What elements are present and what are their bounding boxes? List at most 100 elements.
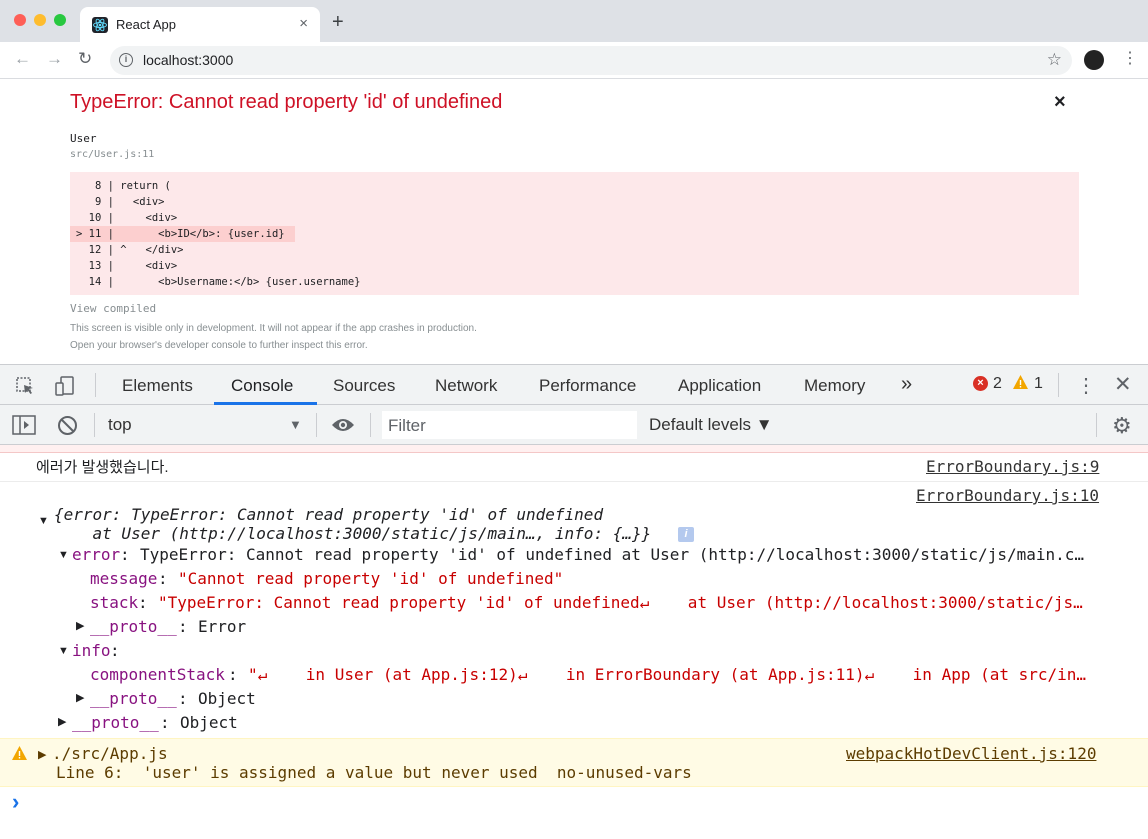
tab-elements[interactable]: Elements <box>122 376 193 396</box>
browser-toolbar: ← → ↻ i localhost:3000 ☆ ⋮ <box>0 42 1148 79</box>
object-preview-line1[interactable]: {error: TypeError: Cannot read property … <box>54 505 603 524</box>
property-value: TypeError: Cannot read property 'id' of … <box>140 545 1085 564</box>
console-message: 에러가 발생했습니다. ErrorBoundary.js:9 <box>0 453 1148 482</box>
property-value: "↵ in User (at App.js:12)↵ in ErrorBound… <box>248 665 1087 684</box>
react-logo-icon <box>92 17 108 33</box>
code-line: 8 | return ( <box>76 180 171 192</box>
property-key[interactable]: __proto__ <box>90 617 177 636</box>
expand-arrow-down-icon[interactable]: ▼ <box>38 515 49 527</box>
expand-arrow-right-icon[interactable]: ▶ <box>38 748 46 761</box>
console-toolbar: top ▼ Filter Default levels ▼ ⚙ <box>0 405 1148 445</box>
expand-arrow-down-icon[interactable]: ▼ <box>58 549 69 561</box>
tab-console[interactable]: Console <box>231 376 293 396</box>
view-compiled-link[interactable]: View compiled <box>70 302 156 315</box>
source-link[interactable]: ErrorBoundary.js:10 <box>916 486 1099 505</box>
new-tab-button[interactable]: + <box>332 11 344 34</box>
log-text: 에러가 발생했습니다. <box>36 459 169 476</box>
property-key[interactable]: error <box>72 545 120 564</box>
browser-menu-icon[interactable]: ⋮ <box>1122 48 1138 68</box>
property-key: message <box>90 569 158 588</box>
console-warning-message: ▶ ./src/App.js webpackHotDevClient.js:12… <box>0 738 1148 787</box>
property-colon: : <box>178 689 188 708</box>
reload-icon[interactable]: ↻ <box>78 49 92 69</box>
property-colon: : <box>120 545 130 564</box>
tab-network[interactable]: Network <box>435 376 497 396</box>
warning-icon <box>11 745 28 766</box>
live-expression-eye-icon[interactable] <box>331 417 355 438</box>
warning-detail: Line 6: 'user' is assigned a value but n… <box>56 763 692 782</box>
property-colon: : <box>160 713 170 732</box>
property-key[interactable]: info <box>72 641 111 660</box>
clear-console-icon[interactable] <box>57 415 78 441</box>
overlay-close-icon[interactable]: × <box>1054 91 1066 114</box>
property-key[interactable]: __proto__ <box>90 689 177 708</box>
object-preview-line2[interactable]: at User (http://localhost:3000/static/js… <box>54 524 652 543</box>
code-line: 13 | <div> <box>76 260 178 272</box>
property-key[interactable]: __proto__ <box>72 713 159 732</box>
expand-arrow-right-icon[interactable]: ▶ <box>76 619 84 632</box>
console-messages: 에러가 발생했습니다. ErrorBoundary.js:9 ErrorBoun… <box>0 445 1148 839</box>
error-overlay: TypeError: Cannot read property 'id' of … <box>0 79 1148 364</box>
more-tabs-icon[interactable]: » <box>901 373 912 396</box>
property-value: "TypeError: Cannot read property 'id' of… <box>158 593 1083 612</box>
devtools-panel: Elements Console Sources Network Perform… <box>0 364 1148 839</box>
device-toolbar-icon[interactable] <box>53 374 77 403</box>
expand-arrow-right-icon[interactable]: ▶ <box>58 715 66 728</box>
tab-close-icon[interactable]: × <box>299 15 308 32</box>
source-link[interactable]: ErrorBoundary.js:9 <box>926 457 1099 476</box>
url-text: localhost:3000 <box>143 52 234 68</box>
back-arrow-icon[interactable]: ← <box>14 49 31 69</box>
expand-arrow-right-icon[interactable]: ▶ <box>76 691 84 704</box>
toolbar-separator <box>370 413 371 437</box>
bookmark-star-icon[interactable]: ☆ <box>1047 50 1062 70</box>
error-count[interactable]: 2 <box>993 375 1002 393</box>
window-close-button[interactable] <box>14 14 26 26</box>
show-sidebar-icon[interactable] <box>12 415 36 440</box>
code-line: 10 | <div> <box>76 212 178 224</box>
toolbar-separator <box>1058 373 1059 397</box>
warning-count[interactable]: 1 <box>1034 375 1043 393</box>
context-selector[interactable]: top <box>108 415 132 435</box>
inspect-element-icon[interactable] <box>14 375 36 402</box>
devtools-menu-icon[interactable]: ⋮ <box>1076 373 1096 398</box>
tab-sources[interactable]: Sources <box>333 376 395 396</box>
property-colon: : <box>138 593 148 612</box>
profile-avatar[interactable] <box>1084 50 1104 70</box>
console-prompt-icon[interactable]: › <box>12 789 19 815</box>
forward-arrow-icon[interactable]: → <box>46 49 63 69</box>
window-minimize-button[interactable] <box>34 14 46 26</box>
expand-arrow-down-icon[interactable]: ▼ <box>58 645 69 657</box>
tab-memory[interactable]: Memory <box>804 376 865 396</box>
tab-application[interactable]: Application <box>678 376 761 396</box>
window-zoom-button[interactable] <box>54 14 66 26</box>
code-line: 9 | <div> <box>76 196 165 208</box>
site-info-icon[interactable]: i <box>119 53 133 67</box>
code-line: 12 | ^ </div> <box>76 244 184 256</box>
warning-count-icon[interactable] <box>1012 374 1029 395</box>
browser-tab[interactable]: React App × <box>80 7 320 42</box>
tab-performance[interactable]: Performance <box>539 376 636 396</box>
console-filter-input[interactable]: Filter <box>382 411 637 439</box>
info-badge-icon[interactable]: i <box>678 527 694 542</box>
log-levels-dropdown[interactable]: Default levels ▼ <box>649 415 773 435</box>
error-count-icon[interactable]: × <box>973 376 988 391</box>
devtools-close-icon[interactable]: ✕ <box>1114 372 1132 397</box>
code-line: 14 | <b>Username:</b> {user.username} <box>76 276 361 288</box>
property-key: stack <box>90 593 139 612</box>
overlay-footer-console-note: Open your browser's developer console to… <box>70 340 368 351</box>
clipped-error-row <box>0 445 1148 453</box>
address-bar[interactable]: i localhost:3000 ☆ <box>110 46 1072 75</box>
property-colon: : <box>110 641 120 660</box>
error-file-location[interactable]: src/User.js:11 <box>70 149 154 160</box>
source-link[interactable]: webpackHotDevClient.js:120 <box>846 744 1096 763</box>
toolbar-separator <box>94 413 95 437</box>
context-dropdown-icon[interactable]: ▼ <box>289 417 302 432</box>
property-colon: : <box>158 569 168 588</box>
toolbar-separator <box>316 413 317 437</box>
error-title: TypeError: Cannot read property 'id' of … <box>70 91 503 113</box>
property-value: Error <box>198 617 247 636</box>
property-value: "Cannot read property 'id' of undefined" <box>178 569 564 588</box>
code-line-highlighted: > 11 | <b>ID</b>: {user.id} <box>70 226 295 242</box>
console-settings-gear-icon[interactable]: ⚙ <box>1112 413 1132 439</box>
warning-file[interactable]: ./src/App.js <box>52 744 168 763</box>
